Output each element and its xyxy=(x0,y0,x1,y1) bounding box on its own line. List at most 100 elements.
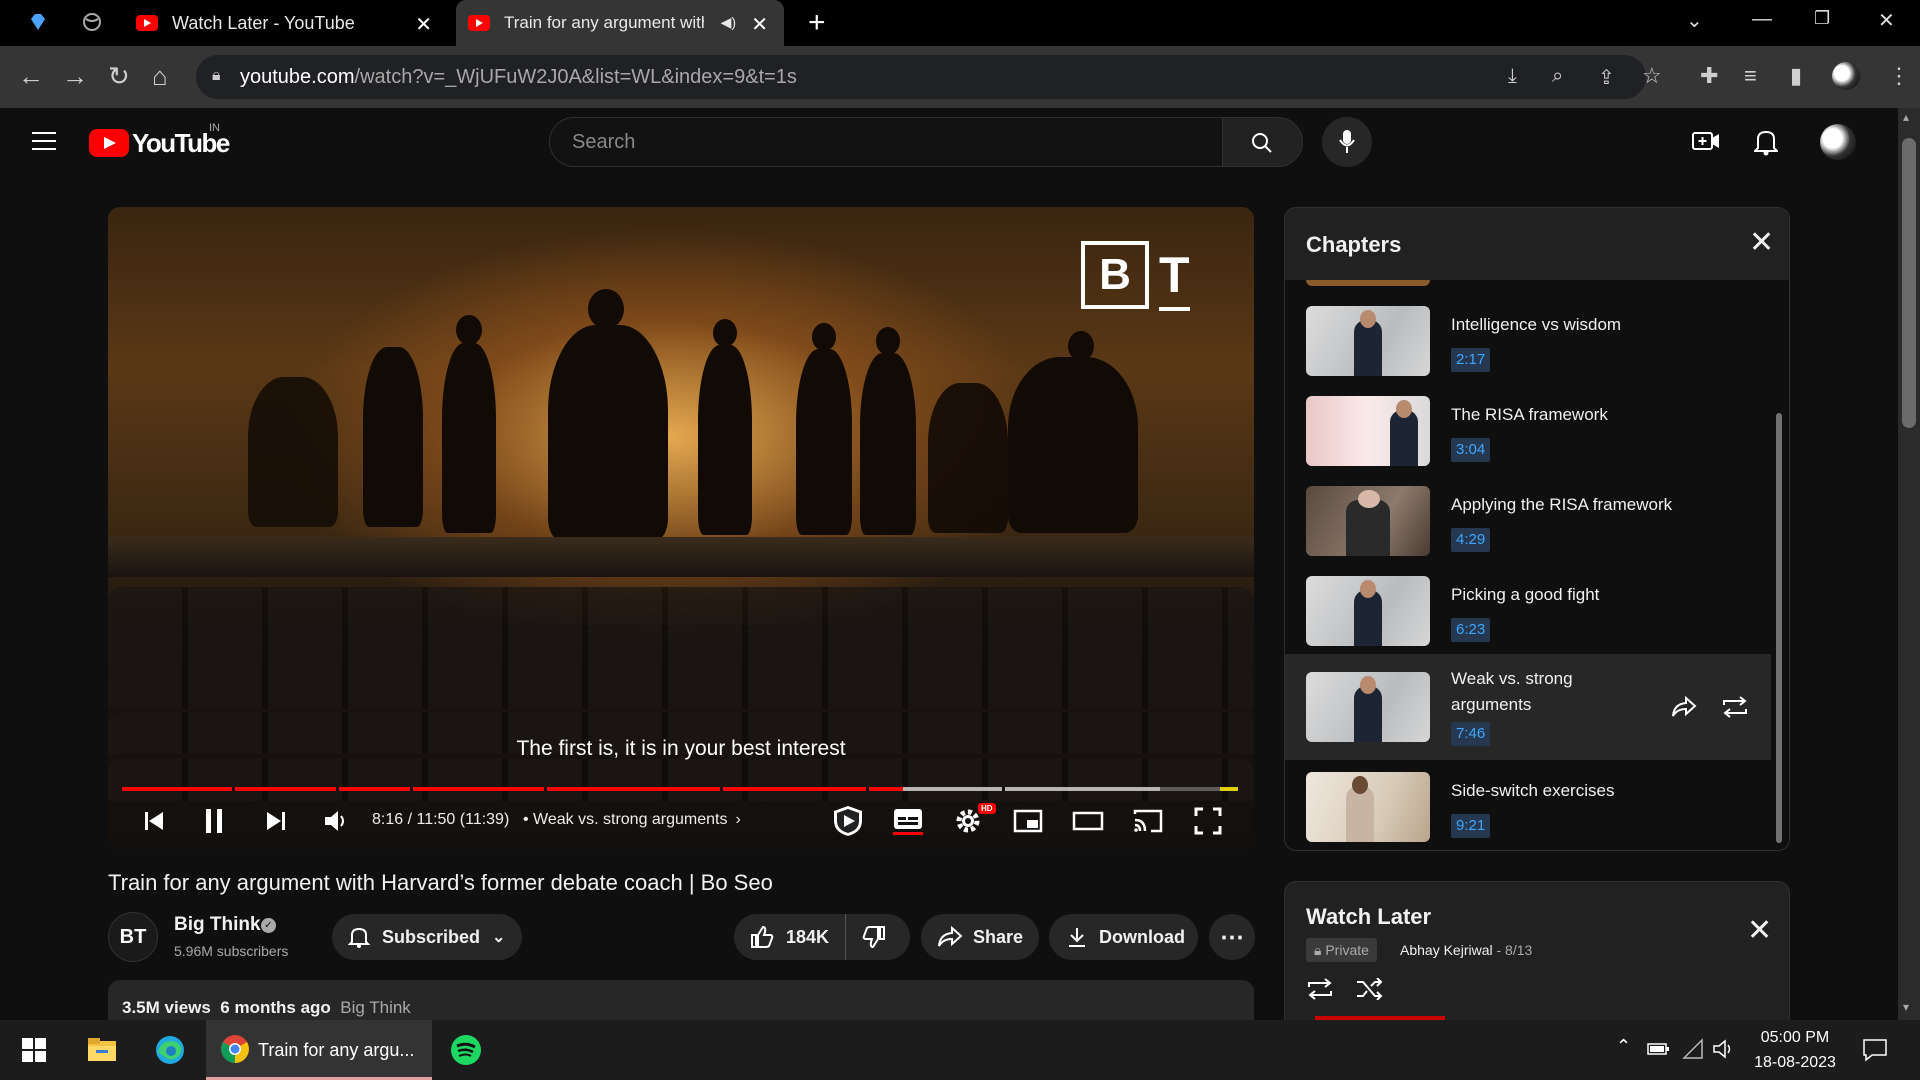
miniplayer-icon xyxy=(1013,809,1043,833)
taskbar-window-label: Train for any argu... xyxy=(258,1040,415,1060)
media-queue-icon[interactable]: ≡ xyxy=(1744,62,1757,90)
globe-tab-icon[interactable] xyxy=(82,12,102,32)
url-text[interactable]: youtube.com/watch?v=_WjUFuW2J0A&list=WL&… xyxy=(240,66,797,89)
extensions-puzzle-icon[interactable]: ✚ xyxy=(1700,62,1718,90)
address-bar[interactable]: 🔒︎ youtube.com/watch?v=_WjUFuW2J0A&list=… xyxy=(196,55,1662,99)
windows-start-icon[interactable] xyxy=(16,1032,52,1068)
clock-date[interactable]: 18-08-2023 xyxy=(1750,1054,1840,1072)
volume-button[interactable] xyxy=(320,805,352,837)
playlist-title[interactable]: Watch Later xyxy=(1306,904,1431,930)
video-player[interactable]: B T The first is, it is in your best int… xyxy=(108,207,1254,851)
wifi-icon[interactable] xyxy=(1682,1038,1704,1060)
hamburger-menu-icon[interactable] xyxy=(32,132,56,150)
restore-icon[interactable]: ❐ xyxy=(1814,8,1830,29)
browser-menu-icon[interactable]: ⋮ xyxy=(1888,62,1910,90)
tab-current-video[interactable]: Train for any argument with Harvard's ◀)… xyxy=(456,0,784,46)
chapter-item[interactable]: Intelligence vs wisdom 2:17 xyxy=(1285,298,1771,386)
voice-search-button[interactable] xyxy=(1322,117,1372,167)
share-chapter-icon[interactable] xyxy=(1671,696,1697,718)
channel-avatar[interactable]: BT xyxy=(108,912,158,962)
chapter-timestamp[interactable]: 9:21 xyxy=(1451,814,1491,838)
edge-browser-icon[interactable] xyxy=(152,1032,188,1068)
profile-avatar[interactable] xyxy=(1832,62,1860,90)
channel-name[interactable]: Big Think xyxy=(174,914,261,936)
chapter-item[interactable]: Applying the RISA framework 4:29 xyxy=(1285,478,1771,566)
scroll-up-icon[interactable]: ▴ xyxy=(1903,110,1909,124)
clock-time[interactable]: 05:00 PM xyxy=(1755,1029,1835,1047)
minimize-icon[interactable]: — xyxy=(1752,8,1772,31)
volume-tray-icon[interactable] xyxy=(1712,1038,1736,1060)
owner-name[interactable]: Abhay Kejriwal xyxy=(1400,942,1493,958)
share-page-icon[interactable]: ⇪ xyxy=(1598,65,1615,90)
subtitles-button[interactable] xyxy=(888,805,928,837)
bookmark-star-icon[interactable]: ☆ xyxy=(1642,63,1662,89)
search-box[interactable] xyxy=(549,117,1223,167)
search-button[interactable] xyxy=(1223,117,1303,167)
forward-icon[interactable]: → xyxy=(62,62,88,90)
dislike-button[interactable] xyxy=(846,925,886,949)
search-input[interactable] xyxy=(572,131,1172,154)
chapters-scrollbar[interactable] xyxy=(1776,413,1782,843)
loop-chapter-icon[interactable] xyxy=(1721,696,1749,718)
fullscreen-button[interactable] xyxy=(1188,805,1228,837)
back-icon[interactable]: ← xyxy=(18,62,44,90)
close-window-icon[interactable]: ✕ xyxy=(1878,8,1895,33)
pause-button[interactable] xyxy=(198,805,230,837)
close-chapters-icon[interactable]: ✕ xyxy=(1749,228,1774,258)
chapter-timestamp[interactable]: 7:46 xyxy=(1451,722,1491,746)
account-avatar[interactable] xyxy=(1820,124,1856,160)
youtube-logo-icon[interactable] xyxy=(89,129,129,157)
chapter-item[interactable]: Picking a good fight 6:23 xyxy=(1285,568,1771,656)
chapter-item[interactable]: The RISA framework 3:04 xyxy=(1285,388,1771,476)
chapter-timestamp[interactable]: 6:23 xyxy=(1451,618,1491,642)
tab-watch-later[interactable]: Watch Later - YouTube ✕ xyxy=(136,0,448,46)
progress-bar[interactable] xyxy=(122,787,1238,791)
new-tab-icon[interactable]: + xyxy=(808,6,826,40)
download-button[interactable]: Download xyxy=(1049,914,1198,960)
battery-icon[interactable] xyxy=(1646,1040,1670,1058)
sponsorblock-button[interactable] xyxy=(828,805,868,837)
reload-icon[interactable]: ↻ xyxy=(108,62,130,90)
chapter-timestamp[interactable]: 2:17 xyxy=(1451,348,1491,372)
tab-search-chevron-icon[interactable]: ⌄ xyxy=(1686,8,1703,33)
url-domain: youtube.com xyxy=(240,66,355,88)
scroll-down-icon[interactable]: ▾ xyxy=(1903,1000,1909,1014)
side-panel-icon[interactable]: ▮ xyxy=(1790,62,1802,90)
shuffle-icon[interactable] xyxy=(1355,978,1383,1000)
previous-button[interactable] xyxy=(138,805,170,837)
subscribed-button[interactable]: Subscribed ⌄ xyxy=(332,914,522,960)
theater-mode-button[interactable] xyxy=(1068,805,1108,837)
chapter-item-active[interactable]: Weak vs. strong arguments 7:46 xyxy=(1285,654,1771,760)
like-button[interactable]: 184K xyxy=(734,914,847,960)
spotify-icon[interactable] xyxy=(448,1032,484,1068)
page-scrollbar[interactable]: ▴ ▾ xyxy=(1898,108,1920,1020)
install-app-icon[interactable]: ⤓ xyxy=(1508,65,1517,88)
next-button[interactable] xyxy=(260,805,292,837)
file-explorer-icon[interactable] xyxy=(84,1032,120,1068)
close-playlist-icon[interactable]: ✕ xyxy=(1747,916,1772,946)
diamond-extension-icon[interactable] xyxy=(28,12,48,32)
notifications-center-icon[interactable] xyxy=(1862,1038,1888,1062)
chapter-item[interactable]: Side-switch exercises 9:21 xyxy=(1285,764,1771,850)
loop-playlist-icon[interactable] xyxy=(1306,978,1334,1000)
page-scroll-thumb[interactable] xyxy=(1902,138,1916,428)
miniplayer-button[interactable] xyxy=(1008,805,1048,837)
create-video-icon[interactable] xyxy=(1692,130,1720,152)
close-tab-icon[interactable]: ✕ xyxy=(415,12,432,37)
more-actions-button[interactable]: ⋯ xyxy=(1209,914,1255,960)
description-channel-tag[interactable]: Big Think xyxy=(340,998,411,1017)
share-button[interactable]: Share xyxy=(921,914,1039,960)
chapter-timestamp[interactable]: 3:04 xyxy=(1451,438,1491,462)
current-chapter-button[interactable]: • Weak vs. strong arguments › xyxy=(523,811,741,829)
speaker-muted-icon[interactable]: ◀) xyxy=(721,14,736,31)
chapter-thumbnail xyxy=(1306,486,1430,556)
home-icon[interactable]: ⌂ xyxy=(152,62,168,90)
zoom-icon[interactable]: ⌕ xyxy=(1552,65,1563,88)
cast-button[interactable] xyxy=(1128,805,1168,837)
show-hidden-icons-chevron-icon[interactable]: ⌃ xyxy=(1616,1036,1631,1057)
chapter-timestamp[interactable]: 4:29 xyxy=(1451,528,1491,552)
lock-icon[interactable]: 🔒︎ xyxy=(212,67,221,85)
notifications-bell-icon[interactable] xyxy=(1754,128,1778,156)
close-tab-icon[interactable]: ✕ xyxy=(751,12,768,37)
taskbar-chrome-window[interactable]: Train for any argu... xyxy=(206,1020,432,1080)
